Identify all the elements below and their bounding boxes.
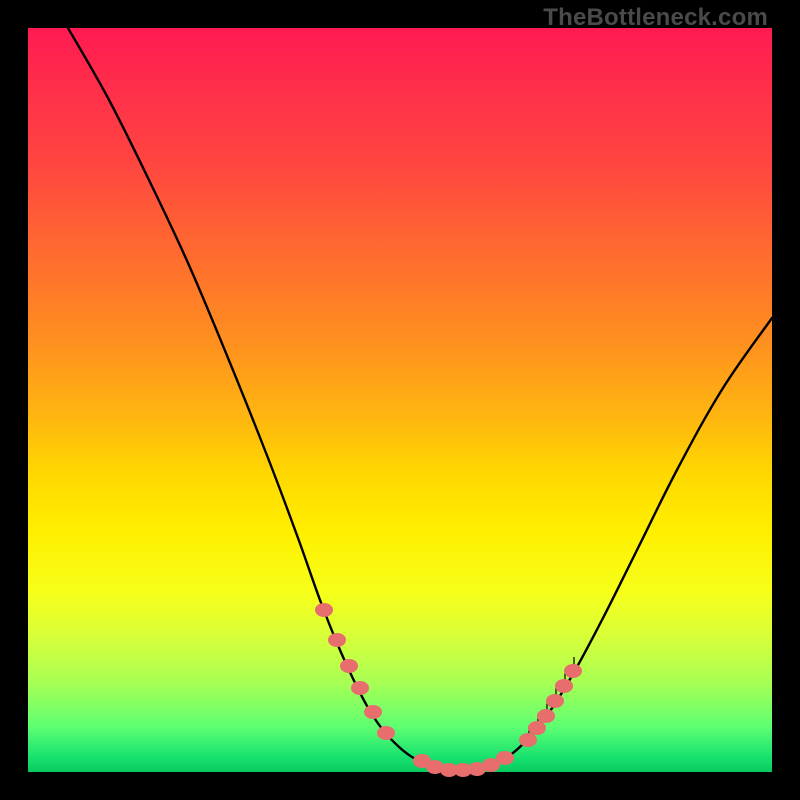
bottleneck-curve — [68, 28, 772, 771]
highlight-dot — [546, 694, 564, 708]
highlight-dot — [519, 733, 537, 747]
highlight-dot — [315, 603, 333, 617]
highlight-dot — [340, 659, 358, 673]
highlight-dot — [564, 664, 582, 678]
highlight-markers — [315, 603, 582, 777]
highlight-dot — [351, 681, 369, 695]
highlight-dot — [496, 751, 514, 765]
highlight-dot — [555, 679, 573, 693]
highlight-dot — [537, 709, 555, 723]
highlight-dot — [377, 726, 395, 740]
highlight-dot — [364, 705, 382, 719]
chart-overlay — [28, 28, 772, 772]
highlight-dot — [528, 721, 546, 735]
highlight-dot — [328, 633, 346, 647]
outer-frame: TheBottleneck.com — [0, 0, 800, 800]
